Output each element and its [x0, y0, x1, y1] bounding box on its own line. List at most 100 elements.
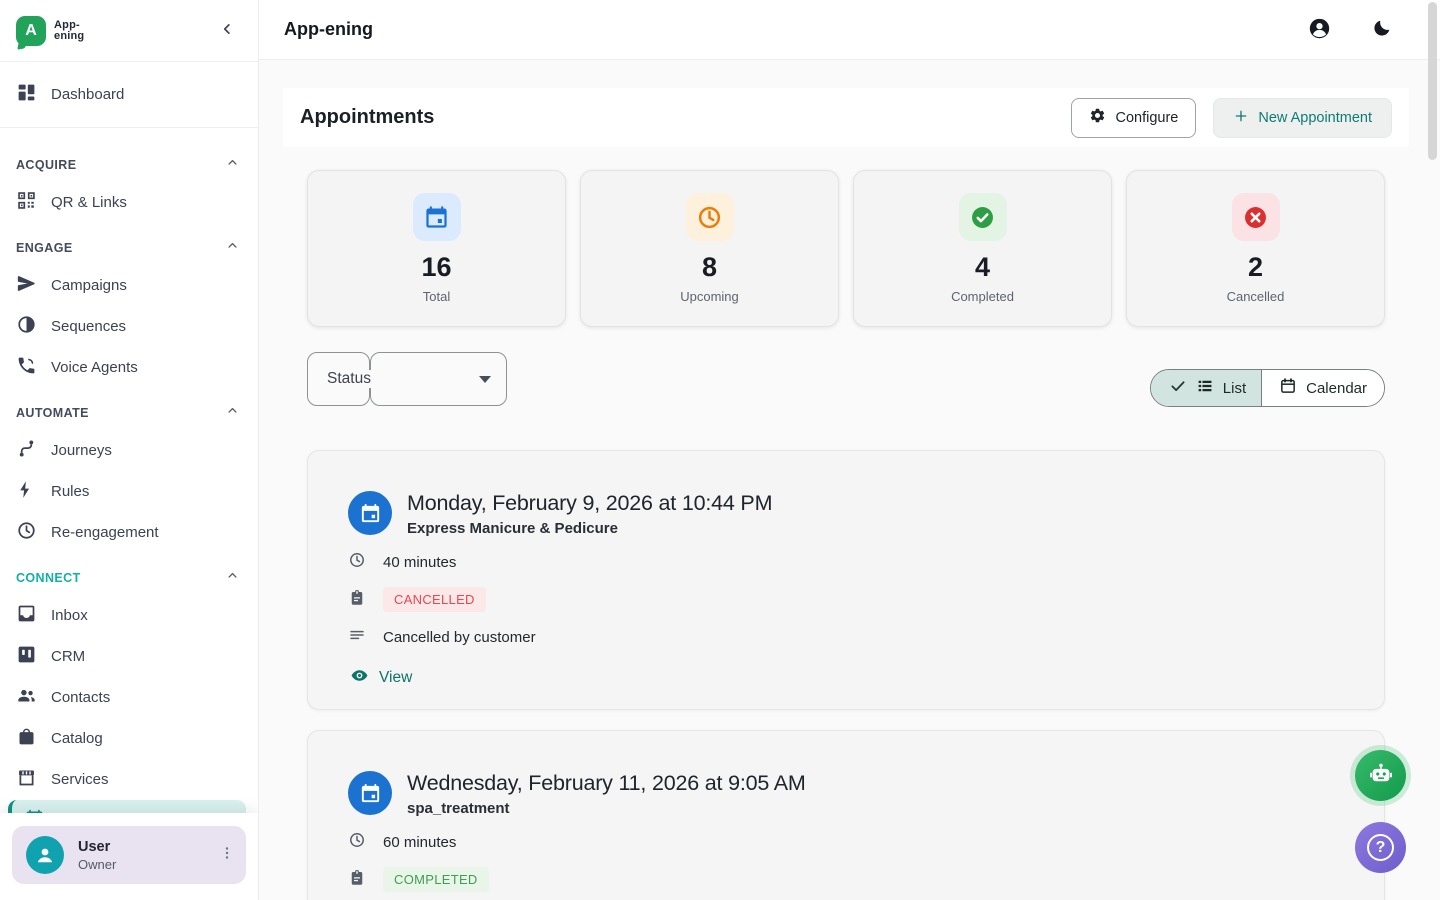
stat-card-completed: 4 Completed	[853, 170, 1112, 327]
sidebar-footer: User Owner	[0, 813, 258, 900]
sidebar-item-voice-agents[interactable]: Voice Agents	[0, 347, 258, 388]
section-header-acquire[interactable]: ACQUIRE	[0, 140, 258, 182]
half-circle-icon	[16, 314, 37, 339]
appointment-card: Monday, February 9, 2026 at 10:44 PM Exp…	[307, 450, 1385, 710]
chevron-up-icon	[225, 238, 240, 258]
appointment-titles: Wednesday, February 11, 2026 at 9:05 AM …	[407, 771, 806, 817]
page-title-bar: Appointments Configure New Appointment	[283, 88, 1409, 147]
user-meta: User Owner	[78, 839, 204, 872]
topbar-icons	[1303, 12, 1396, 48]
route-icon	[16, 438, 37, 463]
title-actions: Configure New Appointment	[1071, 98, 1392, 138]
moon-icon	[1371, 18, 1392, 42]
user-card[interactable]: User Owner	[12, 826, 246, 884]
status-row: CANCELLED	[348, 587, 1344, 612]
status-row: COMPLETED	[348, 867, 1344, 892]
sidebar-item-crm[interactable]: CRM	[0, 636, 258, 677]
clock-icon	[686, 193, 734, 241]
section-header-engage[interactable]: ENGAGE	[0, 223, 258, 265]
calendar-view-button[interactable]: Calendar	[1262, 370, 1384, 406]
sidebar-item-services[interactable]: Services	[0, 759, 258, 800]
dropdown-arrow-icon	[479, 376, 491, 383]
people-icon	[16, 685, 37, 710]
qr-code-icon	[16, 190, 37, 215]
duration-row: 40 minutes	[348, 551, 1344, 573]
person-circle-icon	[1307, 16, 1332, 44]
stat-value: 8	[702, 252, 717, 283]
badge-icon	[348, 589, 366, 611]
sidebar-collapse-button[interactable]	[214, 16, 240, 45]
status-badge: CANCELLED	[383, 587, 486, 612]
appointment-header: Monday, February 9, 2026 at 10:44 PM Exp…	[348, 491, 1344, 537]
sidebar-item-sequences[interactable]: Sequences	[0, 306, 258, 347]
stat-card-upcoming: 8 Upcoming	[580, 170, 839, 327]
configure-button[interactable]: Configure	[1071, 98, 1196, 138]
stat-label: Total	[423, 289, 450, 304]
chatbot-fab[interactable]	[1355, 750, 1406, 801]
sidebar-item-inbox[interactable]: Inbox	[0, 595, 258, 636]
avatar	[26, 836, 64, 874]
sidebar-item-re-engagement[interactable]: Re-engagement	[0, 512, 258, 553]
robot-icon	[1367, 760, 1395, 791]
appointment-card: Wednesday, February 11, 2026 at 9:05 AM …	[307, 730, 1385, 900]
sidebar-item-dashboard[interactable]: Dashboard	[0, 74, 258, 115]
chevron-left-icon	[218, 20, 236, 41]
chevron-up-icon	[225, 568, 240, 588]
appointment-service: spa_treatment	[407, 800, 806, 817]
view-link[interactable]: View	[350, 666, 1344, 690]
note-row: Cancelled by customer	[348, 626, 1344, 648]
page-content: Appointments Configure New Appointment	[259, 60, 1440, 900]
sidebar-item-catalog[interactable]: Catalog	[0, 718, 258, 759]
appointment-datetime: Wednesday, February 11, 2026 at 9:05 AM	[407, 771, 806, 796]
list-view-button[interactable]: List	[1151, 370, 1262, 406]
eye-icon	[350, 666, 369, 690]
calendar-circle-icon	[348, 491, 392, 535]
user-role: Owner	[78, 857, 204, 872]
bolt-icon	[16, 479, 37, 504]
new-appointment-button[interactable]: New Appointment	[1213, 98, 1392, 138]
check-circle-icon	[959, 193, 1007, 241]
stat-card-cancelled: 2 Cancelled	[1126, 170, 1385, 327]
appointment-service: Express Manicure & Pedicure	[407, 520, 772, 537]
status-badge: COMPLETED	[383, 867, 489, 892]
sidebar-item-qr-links[interactable]: QR & Links	[0, 182, 258, 223]
main-area: App-ening Appointments Configure	[259, 0, 1440, 900]
stat-label: Upcoming	[680, 289, 739, 304]
status-filter-select[interactable]: Status	[307, 352, 507, 406]
section-header-connect[interactable]: CONNECT	[0, 553, 258, 595]
sidebar-item-campaigns[interactable]: Campaigns	[0, 265, 258, 306]
account-button[interactable]	[1303, 12, 1336, 48]
sidebar-item-contacts[interactable]: Contacts	[0, 677, 258, 718]
send-icon	[16, 273, 37, 298]
sidebar-item-journeys[interactable]: Journeys	[0, 430, 258, 471]
storefront-icon	[16, 767, 37, 792]
dark-mode-button[interactable]	[1367, 14, 1396, 46]
help-fab[interactable]: ?	[1355, 822, 1406, 873]
app-root: A App- ening Dashboard ACQUIRE	[0, 0, 1440, 900]
inbox-icon	[16, 603, 37, 628]
gear-icon	[1089, 107, 1106, 128]
chevron-up-icon	[225, 155, 240, 175]
phone-icon	[16, 355, 37, 380]
kebab-menu-icon[interactable]	[218, 844, 236, 867]
appointment-header: Wednesday, February 11, 2026 at 9:05 AM …	[348, 771, 1344, 817]
user-name: User	[78, 839, 204, 855]
badge-icon	[348, 869, 366, 891]
check-icon	[1169, 377, 1187, 399]
sidebar: A App- ening Dashboard ACQUIRE	[0, 0, 259, 900]
stats-row: 16 Total 8 Upcoming 4	[307, 170, 1385, 327]
app-title: App-ening	[284, 19, 373, 40]
section-header-automate[interactable]: AUTOMATE	[0, 388, 258, 430]
appointment-datetime: Monday, February 9, 2026 at 10:44 PM	[407, 491, 772, 516]
sidebar-item-rules[interactable]: Rules	[0, 471, 258, 512]
dashboard-icon	[16, 82, 37, 107]
scrollbar-thumb[interactable]	[1428, 2, 1437, 160]
clock-icon	[16, 520, 37, 545]
stat-label: Cancelled	[1227, 289, 1285, 304]
clock-icon	[348, 551, 366, 573]
duration-text: 40 minutes	[383, 554, 456, 571]
duration-text: 60 minutes	[383, 834, 456, 851]
calendar-icon	[1279, 377, 1297, 399]
calendar-circle-icon	[348, 771, 392, 815]
divider	[0, 127, 258, 128]
